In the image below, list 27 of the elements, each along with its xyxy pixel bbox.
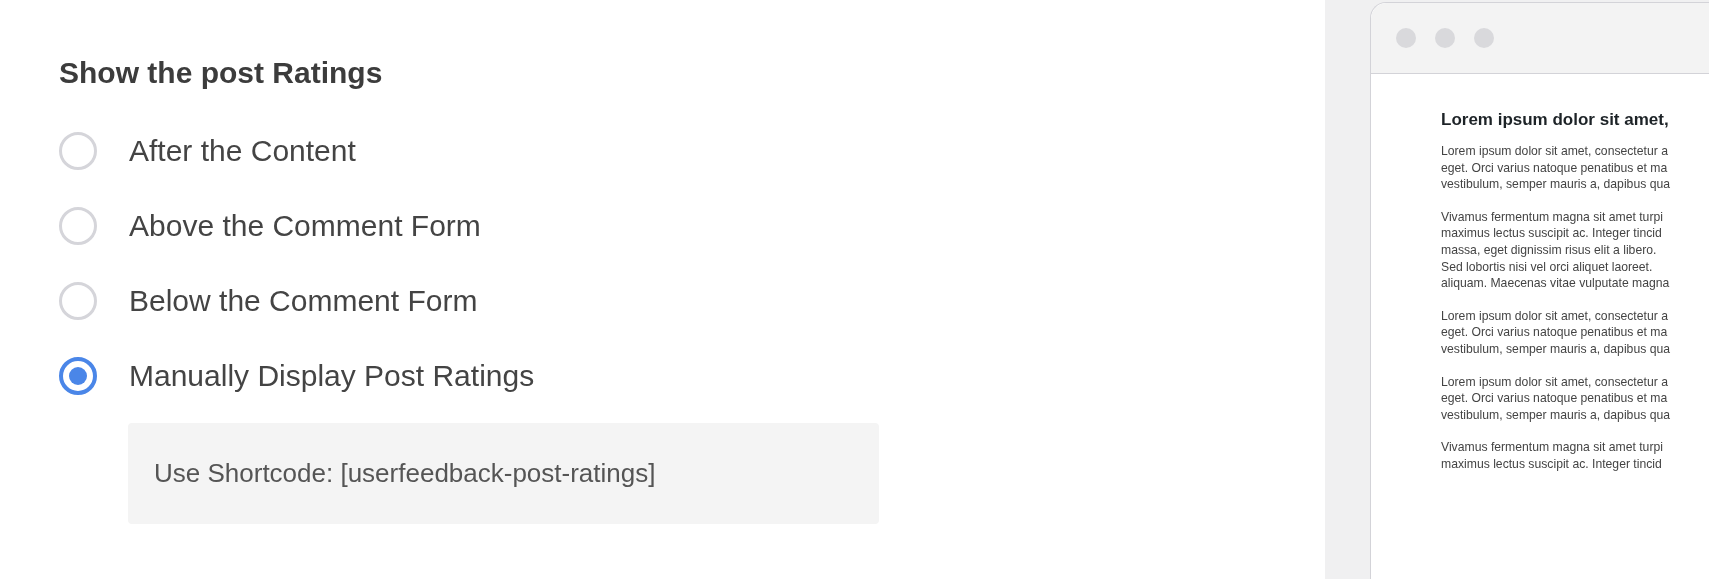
paragraph-line: Sed lobortis nisi vel orci aliquet laoreet. <box>1441 258 1654 276</box>
option-label[interactable]: Below the Comment Form <box>129 278 478 323</box>
window-dot-icon <box>1435 28 1455 48</box>
paragraph-line: Lorem ipsum dolor sit amet, consectetur a <box>1441 307 1669 325</box>
paragraph-line: aliquam. Maecenas vitae vulputate magna <box>1441 275 1671 292</box>
preview-heading: Lorem ipsum dolor sit amet, <box>1441 110 1670 130</box>
paragraph-line: vestibulum, semper mauris a, dapibus qua <box>1441 406 1671 424</box>
paragraph-line: eget. Orci varius natoque penatibus et ma <box>1441 390 1669 407</box>
option-label[interactable]: After the Content <box>129 128 356 173</box>
paragraph-line: eget. Orci varius natoque penatibus et ma <box>1441 159 1669 177</box>
paragraph-line: Lorem ipsum dolor sit amet, consectetur a <box>1441 373 1669 391</box>
window-dot-icon <box>1474 28 1494 48</box>
option-label[interactable]: Manually Display Post Ratings <box>129 353 535 398</box>
paragraph-line: maximus lectus suscipit ac. Integer tincid <box>1441 455 1663 473</box>
paragraph-line: eget. Orci varius natoque penatibus et ma <box>1441 324 1669 341</box>
paragraph-line: massa, eget dignissim risus elit a libero. <box>1441 241 1658 259</box>
shortcode-note: Use Shortcode: [userfeedback-post-ratings] <box>128 423 879 524</box>
paragraph-line: Lorem ipsum dolor sit amet, consectetur a <box>1441 143 1669 160</box>
window-dot-icon <box>1396 28 1416 48</box>
section-heading: Show the post Ratings <box>59 55 384 91</box>
option-label[interactable]: Above the Comment Form <box>129 203 481 248</box>
paragraph-line: Vivamus fermentum magna sit amet turpi <box>1441 439 1664 456</box>
radio-button[interactable] <box>59 356 97 395</box>
paragraph-line: maximus lectus suscipit ac. Integer tincid <box>1441 225 1663 242</box>
paragraph-line: vestibulum, semper mauris a, dapibus qua <box>1441 176 1671 193</box>
paragraph-line: Vivamus fermentum magna sit amet turpi <box>1441 208 1664 226</box>
paragraph-line: vestibulum, semper mauris a, dapibus qua <box>1441 340 1671 358</box>
